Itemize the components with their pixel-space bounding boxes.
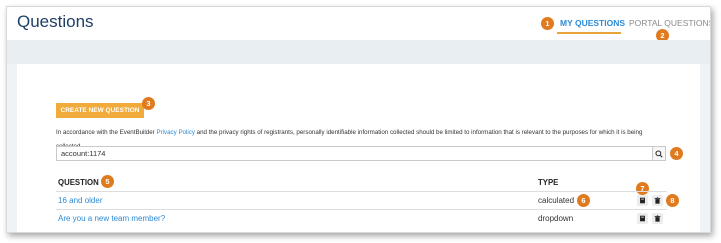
tab-portal-questions[interactable]: PORTAL QUESTIONS [629,18,710,28]
callout-badge-1: 1 [541,17,554,30]
edit-button[interactable] [637,213,648,224]
trash-icon [654,215,661,222]
callout-badge-4: 4 [670,147,683,160]
left-gutter [7,64,17,232]
search-icon [655,149,663,158]
edit-icon [640,197,645,204]
row-divider [56,209,667,210]
callout-badge-8: 8 [666,194,679,207]
right-gutter [700,64,710,232]
question-type: calculated [538,196,575,205]
column-header-type: TYPE [538,178,559,187]
privacy-policy-link[interactable]: Privacy Policy [156,129,195,136]
page-header: Questions 1 MY QUESTIONS PORTAL QUESTION… [7,7,710,42]
callout-badge-7: 7 [636,182,649,195]
delete-button[interactable] [652,213,663,224]
active-tab-indicator [557,32,621,34]
page-title: Questions [17,12,94,31]
header-divider-band [7,40,710,64]
edit-button[interactable] [637,195,648,206]
trash-icon [654,197,661,204]
edit-icon [640,215,645,222]
create-new-question-button[interactable]: CREATE NEW QUESTION [56,103,144,118]
header-row-divider [56,191,667,192]
app-window: Questions 1 MY QUESTIONS PORTAL QUESTION… [6,6,711,233]
tab-my-questions[interactable]: MY QUESTIONS [560,18,625,28]
question-link[interactable]: 16 and older [58,196,102,205]
question-link[interactable]: Are you a new team member? [58,214,165,223]
search-input[interactable] [56,146,653,161]
delete-button[interactable] [652,195,663,206]
callout-badge-5: 5 [101,175,114,188]
column-header-question: QUESTION [58,178,99,187]
privacy-notice-prefix: In accordance with the EventBuilder [56,129,157,136]
callout-badge-3: 3 [142,97,155,110]
search-button[interactable] [652,146,666,161]
callout-badge-6: 6 [577,194,590,207]
question-type: dropdown [538,214,574,223]
